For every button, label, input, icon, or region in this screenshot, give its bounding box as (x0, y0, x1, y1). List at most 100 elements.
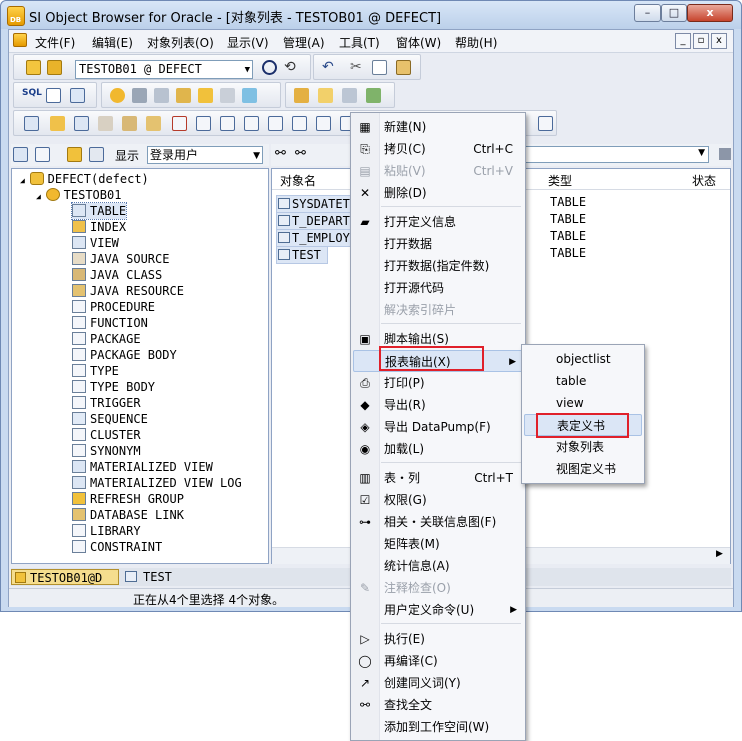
package-icon[interactable] (220, 116, 235, 131)
find-next-icon[interactable]: ⚯ (295, 146, 306, 161)
import-icon[interactable] (294, 88, 309, 103)
lock-icon[interactable] (176, 88, 191, 103)
menu-object-list[interactable]: 对象列表(O) (147, 34, 214, 51)
submenu-item-1[interactable]: table (524, 370, 642, 392)
menu-item-6[interactable]: 打开数据(指定件数) (353, 255, 523, 277)
tree-item-java-resource[interactable]: JAVA RESOURCE (72, 283, 184, 299)
menu-item-16[interactable]: ☑ 权限(G) (353, 489, 523, 511)
tree-user[interactable]: ◢ TESTOB01 (36, 187, 121, 203)
menu-window[interactable]: 窗体(W) (396, 34, 441, 51)
type-body-icon[interactable] (292, 116, 307, 131)
sql-icon[interactable]: SQL (22, 88, 42, 103)
trigger-icon[interactable] (316, 116, 331, 131)
cylinder-icon[interactable] (198, 88, 213, 103)
submenu-item-0[interactable]: objectlist (524, 348, 642, 370)
database-icon[interactable] (132, 88, 147, 103)
function-icon[interactable] (196, 116, 211, 131)
menu-item-23[interactable]: ◯ 再编译(C) (353, 650, 523, 672)
table-row[interactable]: T_DEPART (276, 212, 357, 230)
tree-item-refresh-group[interactable]: REFRESH GROUP (72, 491, 184, 507)
tree-item-procedure[interactable]: PROCEDURE (72, 299, 155, 315)
constraint-icon[interactable] (538, 116, 553, 131)
user-icon[interactable] (110, 88, 125, 103)
table-row[interactable]: TEST (276, 246, 328, 264)
tree-item-synonym[interactable]: SYNONYM (72, 443, 141, 459)
tree-item-database-link[interactable]: DATABASE LINK (72, 507, 184, 523)
tree-item-library[interactable]: LIBRARY (72, 523, 141, 539)
tree-item-materialized-view-log[interactable]: MATERIALIZED VIEW LOG (72, 475, 242, 491)
menu-item-7[interactable]: 打开源代码 (353, 277, 523, 299)
menu-item-24[interactable]: ↗ 创建同义词(Y) (353, 672, 523, 694)
tree-item-trigger[interactable]: TRIGGER (72, 395, 141, 411)
menu-view[interactable]: 显示(V) (227, 34, 269, 51)
menu-item-11[interactable]: ⎙ 打印(P) (353, 372, 523, 394)
menu-item-22[interactable]: ▷ 执行(E) (353, 628, 523, 650)
connection-select[interactable]: TESTOB01 @ DEFECT ▼ (75, 60, 253, 79)
copy-icon[interactable] (372, 60, 387, 75)
tab-connection[interactable]: TESTOB01@D (11, 569, 119, 585)
minimize-button[interactable]: – (634, 4, 661, 22)
mdi-restore-icon[interactable]: ▫ (693, 33, 709, 49)
tree-item-function[interactable]: FUNCTION (72, 315, 148, 331)
server-icon[interactable] (154, 88, 169, 103)
menu-help[interactable]: 帮助(H) (455, 34, 497, 51)
package-body-icon[interactable] (244, 116, 259, 131)
editor-icon[interactable] (46, 88, 61, 103)
settings-icon[interactable] (342, 88, 357, 103)
submenu-item-4[interactable]: 对象列表 (524, 436, 642, 458)
tree-item-java-source[interactable]: JAVA SOURCE (72, 251, 169, 267)
tree-item-index[interactable]: INDEX (72, 219, 126, 235)
tree-item-sequence[interactable]: SEQUENCE (72, 411, 148, 427)
column-object-name[interactable]: 对象名 (280, 172, 316, 189)
menu-item-20[interactable]: ✎ 注释检查(O) (353, 577, 523, 599)
tree-root[interactable]: ◢ DEFECT(defect) (20, 171, 149, 187)
reload-icon[interactable]: ⟲ (284, 60, 299, 75)
tree-toggle-icon[interactable] (35, 147, 50, 162)
menu-tools[interactable]: 工具(T) (339, 34, 380, 51)
tree-item-java-class[interactable]: JAVA CLASS (72, 267, 162, 283)
help-icon[interactable] (318, 88, 333, 103)
session-icon[interactable] (220, 88, 235, 103)
maximize-button[interactable]: □ (661, 4, 687, 22)
java-resource-icon[interactable] (146, 116, 161, 131)
tree-item-package[interactable]: PACKAGE (72, 331, 141, 347)
run-script-icon[interactable] (366, 88, 381, 103)
menu-admin[interactable]: 管理(A) (283, 34, 325, 51)
type-icon[interactable] (268, 116, 283, 131)
mdi-close-icon[interactable]: x (711, 33, 727, 49)
menu-item-19[interactable]: 统计信息(A) (353, 555, 523, 577)
close-button[interactable]: x (687, 4, 733, 22)
menu-file[interactable]: 文件(F) (35, 34, 75, 51)
menu-item-26[interactable]: 添加到工作空间(W) (353, 716, 523, 738)
submenu-item-2[interactable]: view (524, 392, 642, 414)
menu-item-18[interactable]: 矩阵表(M) (353, 533, 523, 555)
menu-item-1[interactable]: ⎘ 拷贝(C) Ctrl+C (353, 138, 523, 160)
tree-item-type[interactable]: TYPE (72, 363, 119, 379)
menu-item-15[interactable]: ▥ 表・列 Ctrl+T (353, 467, 523, 489)
tab-test[interactable]: TEST (123, 569, 203, 585)
monitor-icon[interactable] (242, 88, 257, 103)
submenu-item-5[interactable]: 视图定义书 (524, 458, 642, 480)
menu-item-25[interactable]: ⚯ 查找全文 (353, 694, 523, 716)
tree-item-type-body[interactable]: TYPE BODY (72, 379, 155, 395)
menu-item-21[interactable]: 用户定义命令(U) ▶ (353, 599, 523, 621)
menu-edit[interactable]: 编辑(E) (92, 34, 133, 51)
title-bar[interactable]: DB SI Object Browser for Oracle - [对象列表 … (1, 1, 741, 29)
undo-icon[interactable]: ↶ (322, 60, 337, 75)
menu-item-12[interactable]: ◆ 导出(R) (353, 394, 523, 416)
menu-item-3[interactable]: ✕ 删除(D) (353, 182, 523, 204)
object-filter-icon[interactable] (89, 147, 104, 162)
scroll-right-icon[interactable]: ▶ (716, 549, 723, 559)
menu-item-4[interactable]: ▰ 打开定义信息 (353, 211, 523, 233)
procedure-icon[interactable] (172, 116, 187, 131)
index-icon[interactable] (50, 116, 65, 131)
menu-item-17[interactable]: ⊶ 相关・关联信息图(F) (353, 511, 523, 533)
tree-item-table[interactable]: TABLE (70, 202, 128, 220)
db-filter-icon[interactable] (67, 147, 82, 162)
menu-item-13[interactable]: ◈ 导出 DataPump(F) (353, 416, 523, 438)
disconnect-icon[interactable] (47, 60, 62, 75)
menu-item-0[interactable]: ▦ 新建(N) (353, 116, 523, 138)
menu-item-5[interactable]: 打开数据 (353, 233, 523, 255)
java-class-icon[interactable] (122, 116, 137, 131)
new-connection-icon[interactable] (26, 60, 41, 75)
